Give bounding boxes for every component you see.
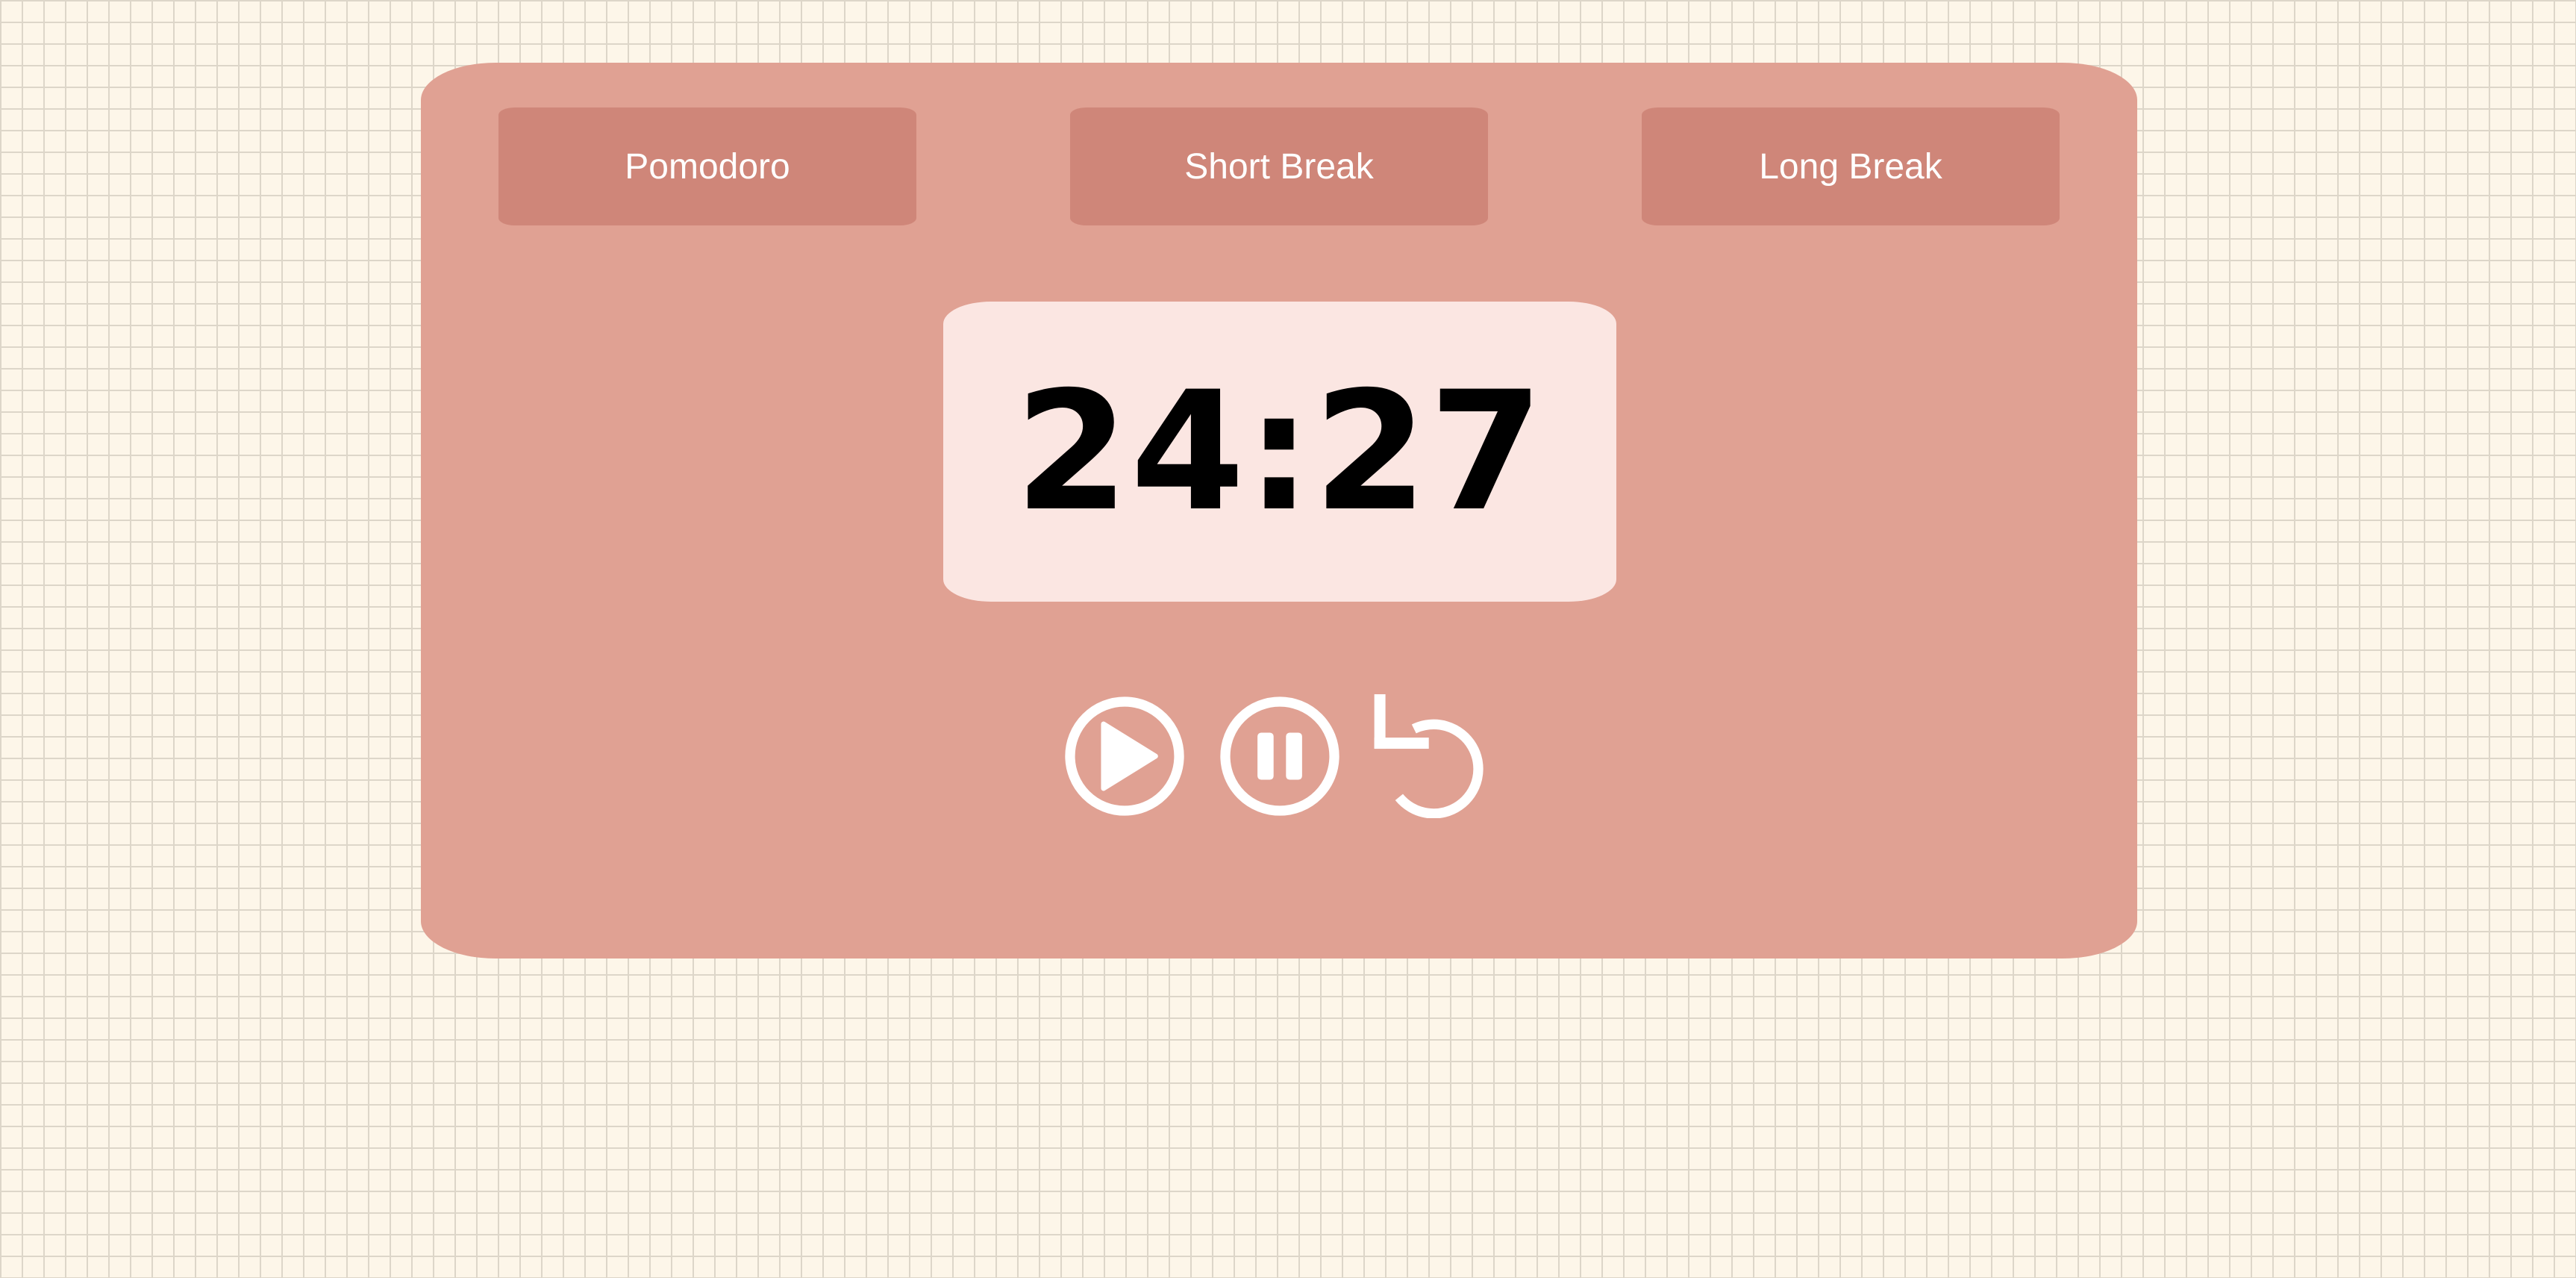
tab-short-break[interactable]: Short Break <box>1070 107 1488 225</box>
play-button[interactable] <box>1063 694 1187 818</box>
tab-long-break-label: Long Break <box>1759 146 1942 187</box>
timer-value: 24:27 <box>1014 356 1545 547</box>
tab-pomodoro[interactable]: Pomodoro <box>498 107 916 225</box>
tab-long-break[interactable]: Long Break <box>1642 107 2060 225</box>
play-circle-icon <box>1065 696 1184 816</box>
reset-button[interactable] <box>1373 694 1497 818</box>
timer-card: Pomodoro Short Break Long Break 24:27 <box>421 63 2137 958</box>
reset-rotate-icon <box>1374 694 1484 818</box>
tab-pomodoro-label: Pomodoro <box>625 146 790 187</box>
pause-button[interactable] <box>1218 694 1342 818</box>
timer-display: 24:27 <box>943 302 1616 602</box>
tab-short-break-label: Short Break <box>1184 146 1374 187</box>
pause-circle-icon <box>1220 696 1339 816</box>
timer-controls <box>421 694 2137 829</box>
